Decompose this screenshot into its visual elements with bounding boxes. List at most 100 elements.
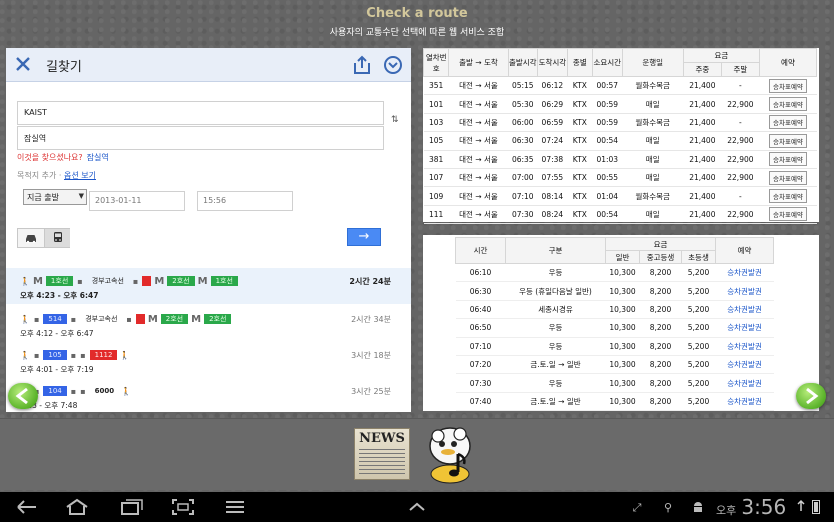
time-input[interactable]: 15:56 <box>197 191 293 211</box>
recent-apps-icon[interactable] <box>118 498 144 516</box>
reserve-cell: 승차표예약 <box>759 168 817 188</box>
directions-title: 길찾기 <box>46 60 82 75</box>
menu-icon[interactable] <box>222 498 248 516</box>
reserve-button[interactable]: 승차표예약 <box>769 78 807 93</box>
issue-ticket-link[interactable]: 승차권발권 <box>727 268 762 277</box>
chevron-down-icon[interactable] <box>382 54 404 76</box>
train-row: 351 대전 → 서울 05:15 06:12 KTX 00:57 월화수목금 21,400-… <box>423 76 817 96</box>
route-option[interactable]: 🚶 ▪ 104 ▪ ▪ 6000 🚶 4:23 - 오후 7:48 3시간 25… <box>6 378 411 412</box>
car-mode-icon[interactable] <box>18 229 44 247</box>
walk-icon: 🚶 <box>20 350 30 360</box>
next-page-arrow-icon[interactable] <box>796 383 826 409</box>
issue-ticket-link[interactable]: 승차권발권 <box>727 397 762 406</box>
destination-input[interactable]: 잠실역 <box>17 126 384 150</box>
route-option[interactable]: 🚶 ▪ 514 ▪ 경부고속선 ▪ M 2호선 M 2호선 오후 4:12 - … <box>6 306 411 342</box>
app-dock <box>0 418 834 490</box>
depart-time-select[interactable]: 지금 출발 ▼ <box>23 189 87 205</box>
days-cell: 매일 <box>622 94 684 114</box>
reserve-cell: 승차표예약 <box>759 94 817 114</box>
train-no-cell: 101 <box>423 94 449 114</box>
issue-ticket-link[interactable]: 승차권발권 <box>727 323 762 332</box>
time-cell: 07:10 <box>455 337 506 356</box>
add-destination-link[interactable]: 목적지 추가 <box>17 171 56 180</box>
days-cell: 매일 <box>622 131 684 151</box>
train-row: 101 대전 → 서울 05:30 06:29 KTX 00:59 매일 21,400 22,9… <box>423 94 817 114</box>
close-icon[interactable] <box>12 53 34 75</box>
show-options-link[interactable]: 옵션 보기 <box>64 171 96 180</box>
music-app-icon[interactable] <box>422 424 478 486</box>
chevron-up-icon[interactable] <box>404 498 430 516</box>
depart-cell: 05:15 <box>508 76 538 96</box>
issue-ticket-link[interactable]: 승차권발권 <box>727 379 762 388</box>
issue-ticket-link[interactable]: 승차권발권 <box>727 360 762 369</box>
reserve-button[interactable]: 승차표예약 <box>769 170 807 185</box>
train-no-cell: 109 <box>423 186 449 206</box>
screenshot-icon[interactable] <box>170 498 196 516</box>
arrive-cell: 07:55 <box>537 168 568 188</box>
weekday-fare-cell: 21,400 <box>683 186 722 206</box>
add-destination-row: 목적지 추가 · 옵션 보기 <box>17 170 96 181</box>
section-cell: 우등 <box>505 337 606 356</box>
share-icon[interactable] <box>351 54 373 76</box>
student-fare-cell: 8,200 <box>639 337 682 356</box>
reserve-button[interactable]: 승차표예약 <box>769 189 807 204</box>
news-app-icon[interactable]: NEWS <box>354 428 410 480</box>
time-cell: 06:40 <box>455 300 506 320</box>
reserve-button[interactable]: 승차표예약 <box>769 152 807 167</box>
time-cell: 07:40 <box>455 392 506 412</box>
bus-row: 07:20 금.토.일 → 일반 10,300 8,200 5,200 승차권발권 <box>455 355 774 375</box>
weekday-fare-cell: 21,400 <box>683 94 722 114</box>
col-reserve: 예약 <box>758 48 818 77</box>
depart-cell: 05:30 <box>508 94 538 114</box>
reserve-button[interactable]: 승차표예약 <box>769 207 807 222</box>
weekday-fare-cell: 21,400 <box>683 76 722 96</box>
status-clock[interactable]: 오후 3:56 <box>716 495 786 519</box>
time-cell: 06:50 <box>455 318 506 338</box>
line-chip: 105 <box>43 350 67 360</box>
origin-input[interactable]: KAIST <box>17 101 384 125</box>
time-cell: 06:30 <box>455 281 506 301</box>
home-icon[interactable] <box>64 498 90 516</box>
arrive-cell: 08:24 <box>537 205 568 225</box>
weekday-fare-cell: 21,400 <box>683 205 722 225</box>
ticket-cell: 승차권발권 <box>715 337 774 356</box>
line-chip: 2호선 <box>160 314 189 324</box>
general-fare-cell: 10,300 <box>605 355 640 375</box>
depart-select-value: 지금 출발 <box>27 193 59 202</box>
line-chip: 경부고속선 <box>91 277 124 285</box>
previous-page-arrow-icon[interactable] <box>8 383 38 409</box>
reserve-button[interactable]: 승차표예약 <box>769 97 807 112</box>
child-fare-cell: 5,200 <box>681 337 716 356</box>
weekend-fare-cell: 22,900 <box>721 94 760 114</box>
depart-cell: 07:10 <box>508 186 538 206</box>
date-input[interactable]: 2013-01-11 <box>89 191 185 211</box>
train-no-cell: 351 <box>423 76 449 96</box>
issue-ticket-link[interactable]: 승차권발권 <box>727 342 762 351</box>
bus-icon: ▪ <box>33 314 40 324</box>
transit-mode-icon[interactable] <box>44 229 70 247</box>
bus-row: 07:40 금.토.일 → 일반 10,300 8,200 5,200 승차권발권 <box>455 392 774 412</box>
issue-ticket-link[interactable]: 승차권발권 <box>727 287 762 296</box>
line-chip: 104 <box>43 386 67 396</box>
did-you-mean-link[interactable]: 잠실역 <box>87 153 109 162</box>
metro-icon: M <box>32 275 43 287</box>
student-fare-cell: 8,200 <box>639 318 682 338</box>
reserve-button[interactable]: 승차표예약 <box>769 133 807 148</box>
reserve-button[interactable]: 승차표예약 <box>769 115 807 130</box>
system-navigation-bar: ⤢ ⚲ 오후 3:56 <box>0 492 834 522</box>
days-cell: 월화수목금 <box>622 186 684 206</box>
bus-icon: ▪ <box>77 276 83 286</box>
route-times: 오후 4:12 - 오후 6:47 <box>20 329 94 338</box>
bus-icon: ▪ <box>132 276 139 286</box>
back-icon[interactable] <box>14 498 40 516</box>
route-option[interactable]: 🚶 M 1호선 ▪ 경부고속선 ▪ M 2호선 M 1호선 오후 4:23 - … <box>6 268 411 304</box>
route-duration: 3시간 18분 <box>351 351 391 360</box>
depart-cell: 07:30 <box>508 205 538 225</box>
get-directions-button[interactable]: → <box>347 228 381 246</box>
issue-ticket-link[interactable]: 승차권발권 <box>727 305 762 314</box>
bus-icon: ▪ <box>80 386 86 396</box>
route-option[interactable]: 🚶 ▪ 105 ▪ ▪ 1112 🚶 오후 4:01 - 오후 7:19 3시간… <box>6 342 411 378</box>
duration-cell: 00:59 <box>592 94 623 114</box>
swap-icon[interactable]: ⇅ <box>391 115 405 133</box>
fullscreen-icon: ⤢ <box>632 501 642 514</box>
